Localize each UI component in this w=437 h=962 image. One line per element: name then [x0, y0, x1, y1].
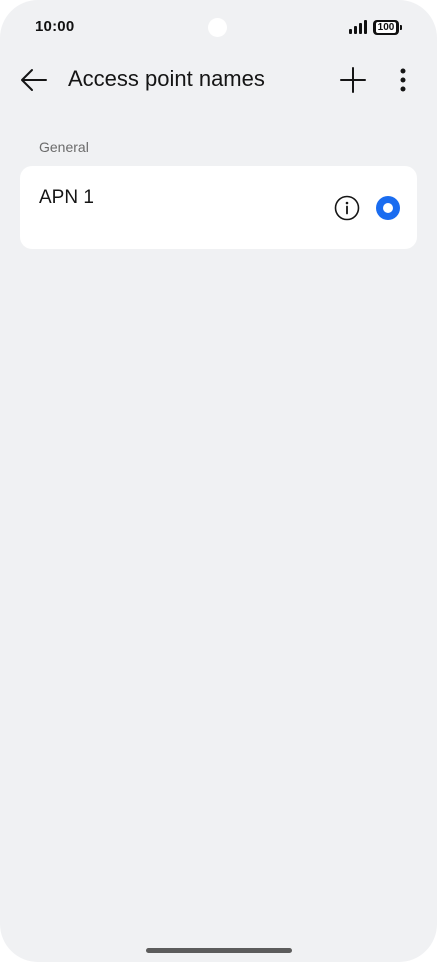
apn-select-radio[interactable]	[376, 196, 400, 220]
add-apn-button[interactable]	[335, 62, 371, 98]
section-header-general: General	[39, 139, 89, 155]
plus-icon	[340, 67, 366, 93]
camera-cutout	[208, 18, 227, 37]
more-vertical-icon	[400, 68, 406, 92]
page-title: Access point names	[68, 66, 265, 91]
home-indicator[interactable]	[146, 948, 292, 953]
more-options-button[interactable]	[385, 62, 421, 98]
battery-icon: 100	[373, 20, 402, 35]
apn-list-card: APN 1	[20, 166, 417, 249]
screen: 10:00 100 Access point names General APN…	[0, 0, 437, 962]
info-icon	[334, 195, 360, 221]
arrow-left-icon	[21, 69, 47, 91]
back-button[interactable]	[16, 62, 52, 98]
apn-info-button[interactable]	[334, 195, 360, 221]
signal-icon	[349, 20, 369, 34]
battery-level: 100	[376, 22, 396, 33]
apn-item[interactable]: APN 1	[20, 166, 417, 249]
apn-name: APN 1	[39, 187, 94, 208]
radio-selected-dot	[383, 203, 393, 213]
status-time: 10:00	[35, 18, 75, 35]
